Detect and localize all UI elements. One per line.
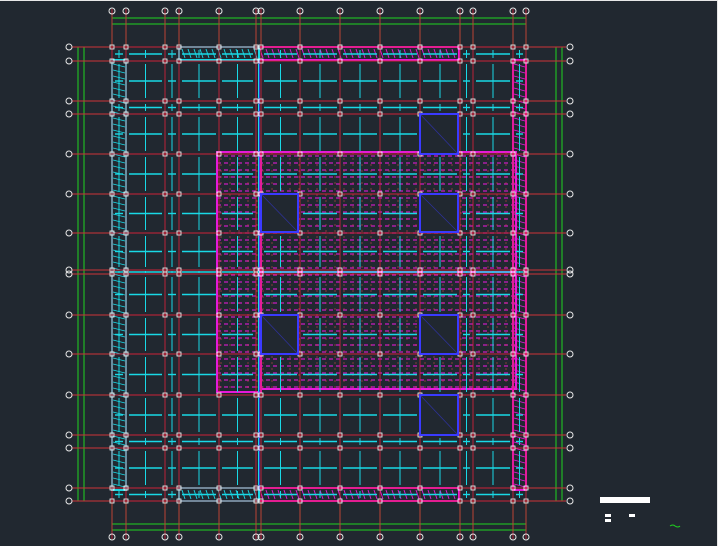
axis-bubble-left-10 [65, 350, 73, 358]
top-band-hatch [259, 48, 264, 59]
left-band-hatch [112, 447, 126, 452]
axis-bubble-left-11 [65, 391, 73, 399]
structural-plan-drawing[interactable] [0, 0, 718, 546]
right-band-hatch [513, 99, 526, 104]
axis-bubble-left-13 [65, 444, 73, 452]
axis-bubble-left-8 [65, 270, 73, 278]
left-band-hatch [112, 273, 126, 278]
axis-bubble-right-4 [566, 150, 574, 158]
left-band-hatch [112, 393, 126, 398]
legend-mark-3 [629, 514, 635, 517]
legend-note-mark [669, 524, 681, 528]
right-band-hatch [513, 447, 526, 452]
left-band-hatch [112, 351, 126, 356]
axis-bubble-right-8 [566, 270, 574, 278]
bottom-band-hatch [259, 489, 264, 500]
left-band-hatch [112, 231, 126, 236]
bottom-band-hatch [337, 489, 342, 500]
top-band-hatch [379, 48, 384, 59]
legend-mark-2 [605, 519, 611, 522]
axis-bubble-right-13 [566, 444, 574, 452]
axis-bubble-left-9 [65, 311, 73, 319]
axis-bubble-left-4 [65, 150, 73, 158]
axis-bubble-right-11 [566, 391, 574, 399]
axis-bubble-right-9 [566, 311, 574, 319]
legend-layer [600, 497, 681, 528]
axis-bubble-left-2 [65, 97, 73, 105]
axis-bubble-right-15 [566, 497, 574, 505]
axis-bubble-right-2 [566, 97, 574, 105]
left-band-hatch [112, 99, 126, 104]
axis-bubble-right-1 [566, 57, 574, 65]
axis-bubble-left-5 [65, 190, 73, 198]
top-band-hatch [253, 48, 258, 59]
axis-bubble-left-6 [65, 229, 73, 237]
right-band-hatch [513, 393, 526, 398]
beam-layer [72, 9, 566, 539]
axis-bubble-left-0 [65, 43, 73, 51]
cad-viewport[interactable] [0, 0, 718, 546]
axis-bubble-left-15 [65, 497, 73, 505]
bottom-band-hatch [217, 489, 222, 500]
legend-mark-1 [605, 514, 611, 517]
axis-bubble-right-14 [566, 484, 574, 492]
axis-bubble-right-10 [566, 350, 574, 358]
axis-bubble-right-12 [566, 431, 574, 439]
axis-bubble-right-0 [566, 43, 574, 51]
axis-bubble-left-12 [65, 431, 73, 439]
left-band-hatch [112, 267, 126, 272]
axis-bubble-right-3 [566, 110, 574, 118]
bottom-band-hatch [379, 489, 384, 500]
axis-bubble-left-1 [65, 57, 73, 65]
axis-bubble-left-3 [65, 110, 73, 118]
scale-bar [600, 497, 650, 503]
left-band-hatch [112, 111, 126, 116]
top-band-hatch [337, 48, 342, 59]
right-band-hatch [513, 111, 526, 116]
axis-bubble-right-5 [566, 190, 574, 198]
axis-bubble-left-14 [65, 484, 73, 492]
bottom-band-hatch [253, 489, 258, 500]
top-band-hatch [217, 48, 222, 59]
axis-bubble-right-6 [566, 229, 574, 237]
